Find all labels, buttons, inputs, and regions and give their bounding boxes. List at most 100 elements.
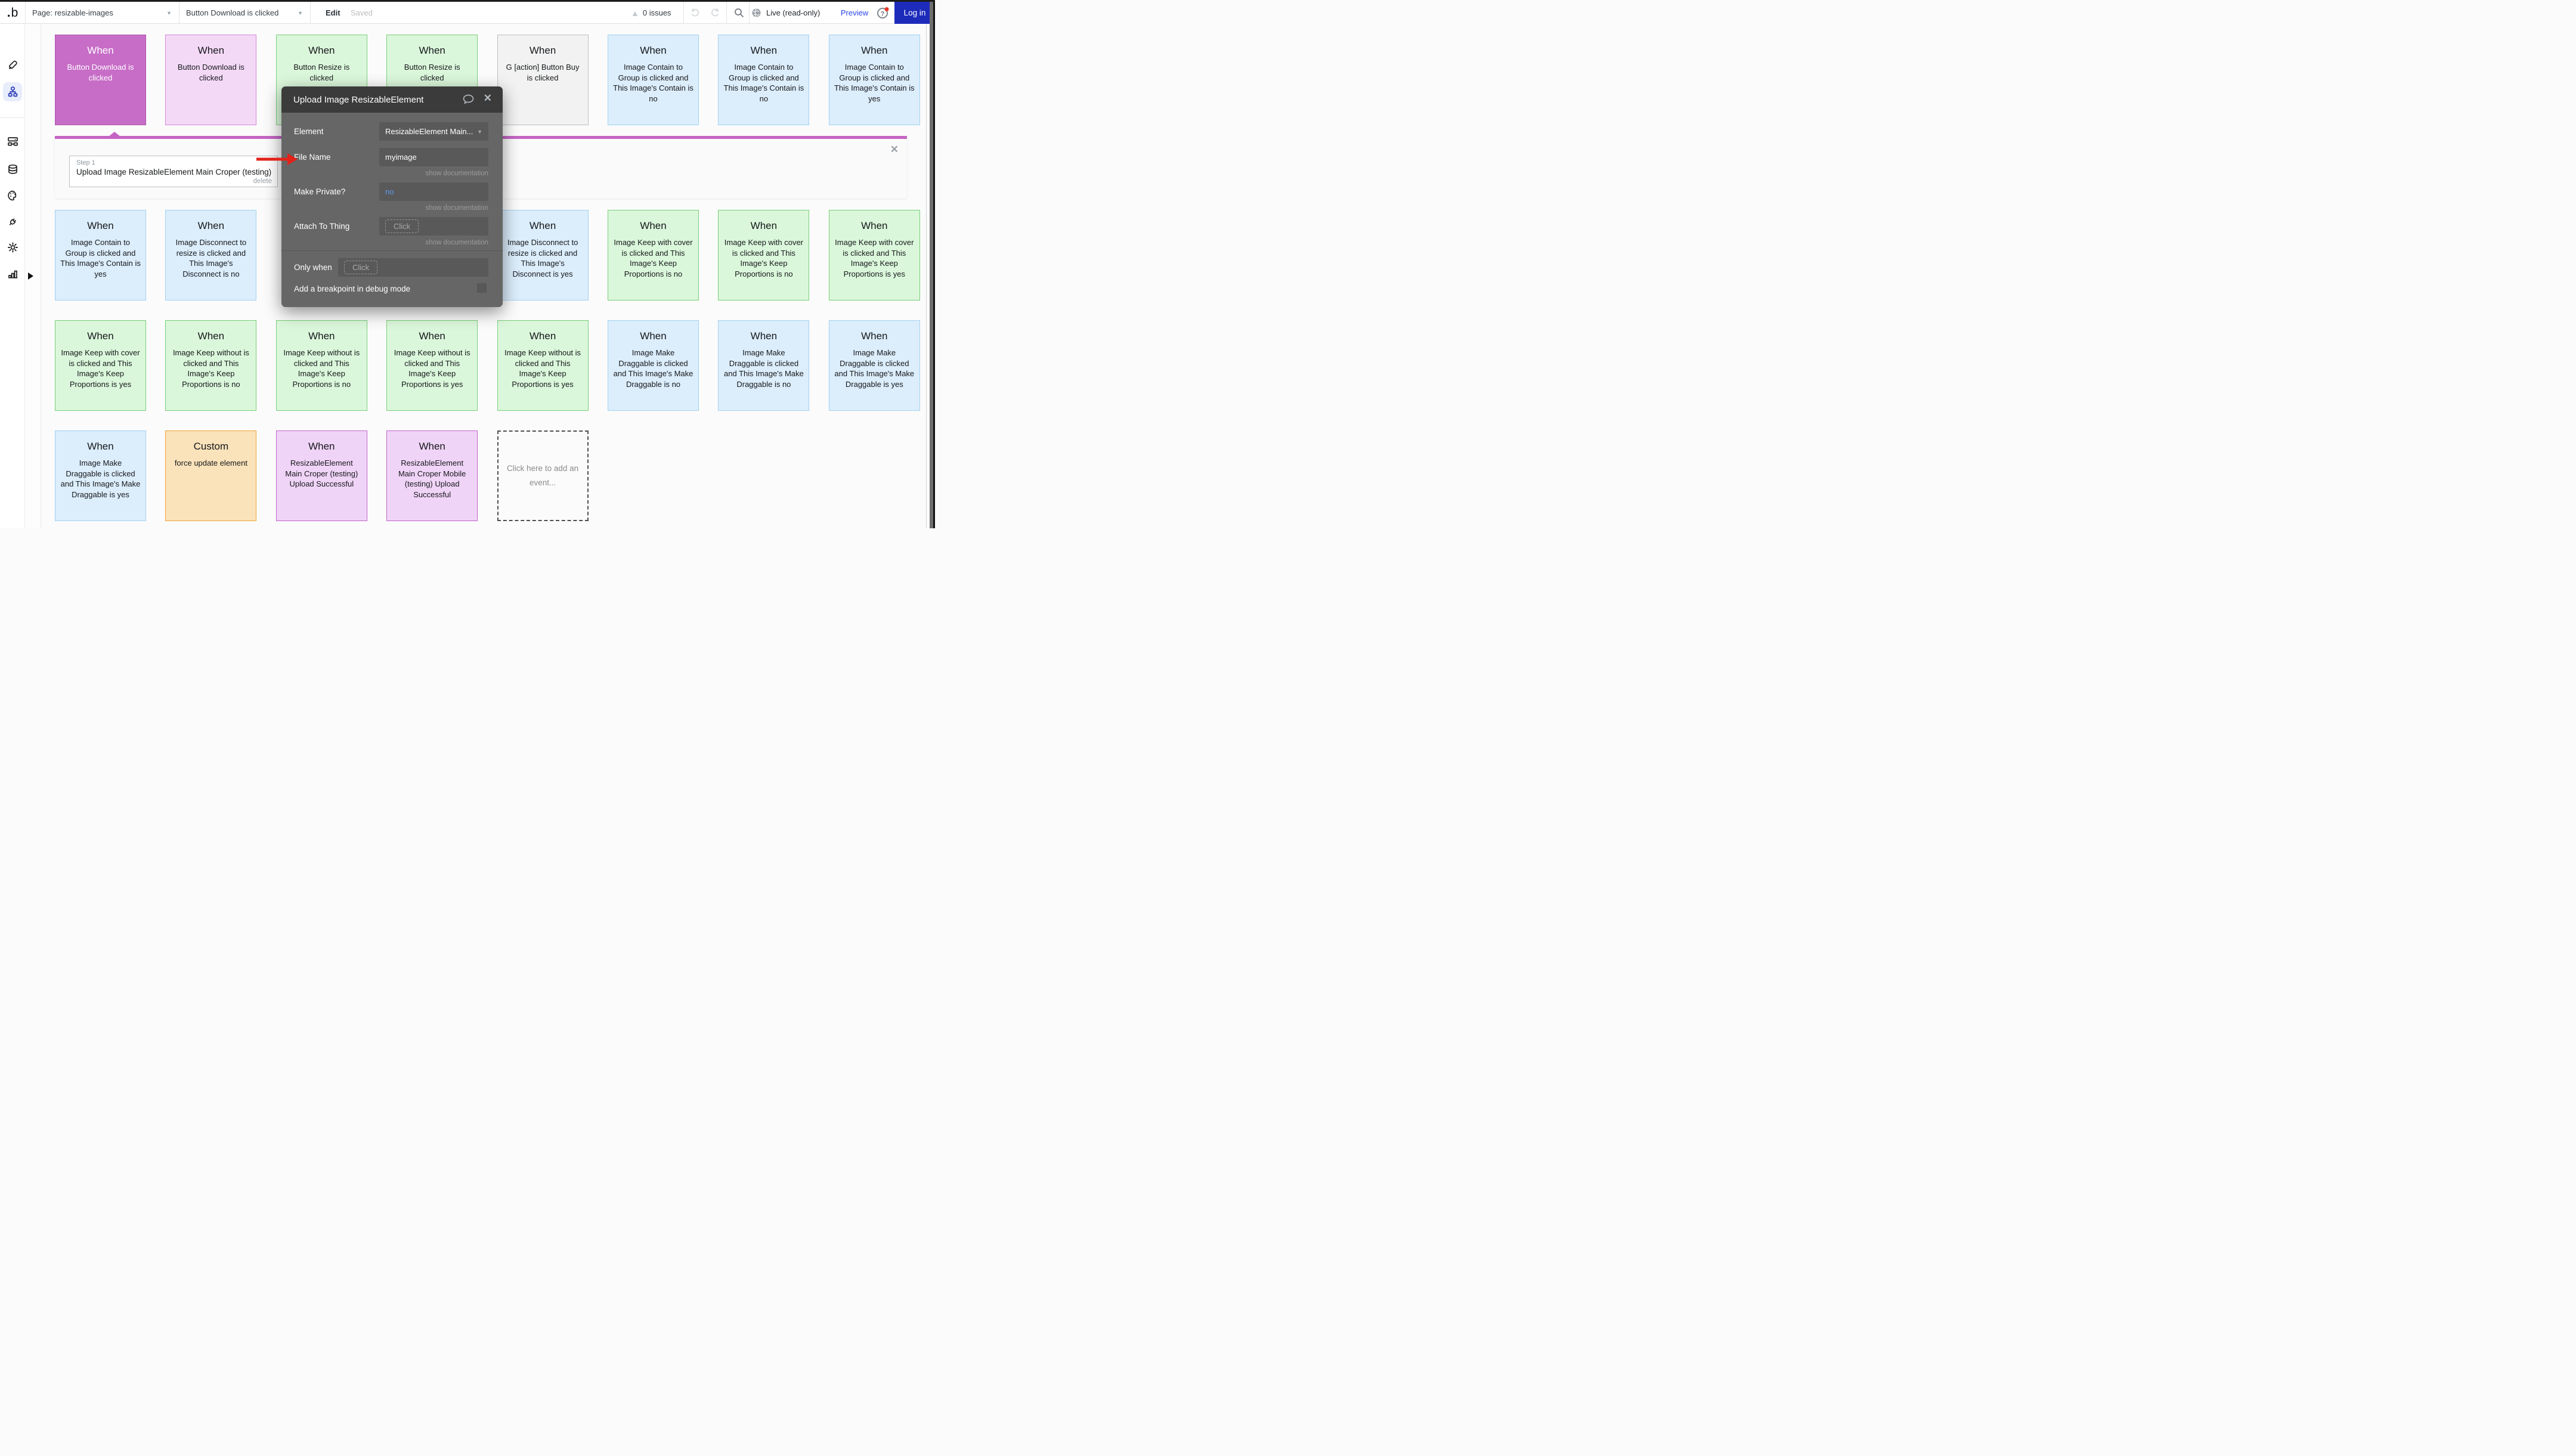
attach-to-thing-input[interactable]: Click [379, 217, 488, 236]
event-card-description: ResizableElement Main Croper Mobile (tes… [387, 458, 477, 500]
show-documentation-link[interactable]: show documentation [426, 239, 488, 246]
sidebar-item-settings[interactable] [3, 238, 22, 257]
event-card-type: When [277, 330, 367, 342]
search-icon[interactable] [729, 2, 749, 24]
sidebar-item-logs[interactable] [3, 264, 22, 283]
event-card-type: When [55, 441, 145, 453]
comment-icon[interactable] [463, 94, 474, 107]
logs-icon [7, 268, 19, 280]
add-event-card[interactable]: Click here to add an event... [497, 430, 589, 521]
logo-letter: b [11, 6, 18, 20]
bubble-logo[interactable]: .b [0, 2, 25, 24]
delete-step-link[interactable]: delete [253, 178, 272, 185]
event-card-description: Button Download is clicked [166, 62, 256, 83]
breakpoint-label: Add a breakpoint in debug mode [294, 284, 410, 293]
event-card-type: When [387, 45, 477, 57]
breakpoint-checkbox[interactable] [477, 283, 487, 293]
event-card[interactable]: WhenImage Contain to Group is clicked an… [55, 210, 146, 301]
expand-panel-arrow[interactable] [28, 272, 33, 280]
event-card[interactable]: WhenImage Contain to Group is clicked an… [718, 35, 809, 125]
design-icon [7, 60, 19, 72]
event-card-description: Image Contain to Group is clicked and Th… [55, 237, 145, 279]
show-documentation-link[interactable]: show documentation [426, 170, 488, 177]
page-selector-dropdown[interactable]: Page: resizable-images ▼ [25, 2, 179, 24]
redo-icon[interactable] [706, 2, 724, 24]
chevron-down-icon: ▼ [477, 129, 482, 135]
event-card[interactable]: WhenImage Keep without is clicked and Th… [276, 320, 367, 411]
event-card[interactable]: WhenImage Keep without is clicked and Th… [165, 320, 256, 411]
event-card-description: Image Contain to Group is clicked and Th… [719, 62, 809, 104]
event-selector-label: Button Download is clicked [186, 8, 278, 17]
sidebar-item-styles[interactable] [3, 186, 22, 205]
file-name-value: myimage [385, 153, 417, 162]
event-selector-dropdown[interactable]: Button Download is clicked ▼ [179, 2, 310, 24]
event-card[interactable]: WhenImage Keep without is clicked and Th… [386, 320, 478, 411]
chevron-down-icon: ▼ [298, 10, 303, 16]
close-icon[interactable]: ✕ [890, 144, 899, 156]
sidebar-divider [0, 117, 25, 118]
event-card[interactable]: WhenResizableElement Main Croper (testin… [276, 430, 367, 521]
event-card[interactable]: WhenImage Keep with cover is clicked and… [608, 210, 699, 301]
event-card-type: When [277, 45, 367, 57]
issues-indicator[interactable]: ▲ 0 issues [631, 2, 681, 24]
edit-menu[interactable]: Edit [322, 2, 344, 24]
event-card-type: When [166, 220, 256, 232]
svg-text:?: ? [881, 10, 885, 17]
step-card[interactable]: Step 1 Upload Image ResizableElement Mai… [69, 156, 278, 187]
event-card[interactable]: When Button Download is clicked [165, 35, 256, 125]
event-card[interactable]: WhenImage Keep with cover is clicked and… [55, 320, 146, 411]
event-card-description: Image Make Draggable is clicked and This… [829, 348, 919, 389]
help-icon[interactable]: ? [873, 2, 893, 24]
event-card[interactable]: WhenImage Disconnect to resize is clicke… [165, 210, 256, 301]
event-card-description: Image Keep without is clicked and This I… [498, 348, 588, 389]
only-when-click-button[interactable]: Click [344, 261, 377, 274]
attach-to-thing-field-label: Attach To Thing [294, 222, 349, 231]
login-button[interactable]: Log in [894, 2, 935, 24]
event-card[interactable]: WhenG [action] Button Buy is clicked [497, 35, 589, 125]
sidebar-item-data[interactable] [3, 160, 22, 179]
event-card[interactable]: WhenImage Make Draggable is clicked and … [829, 320, 920, 411]
show-documentation-link[interactable]: show documentation [426, 205, 488, 212]
window-right-edge [933, 0, 935, 528]
live-label: Live (read-only) [766, 8, 820, 17]
sidebar-item-plugins[interactable] [3, 212, 22, 231]
file-name-input[interactable]: myimage [379, 148, 488, 166]
event-card[interactable]: Customforce update element [165, 430, 256, 521]
make-private-input[interactable]: no [379, 182, 488, 201]
event-card-type: When [387, 330, 477, 342]
event-card[interactable]: WhenImage Disconnect to resize is clicke… [497, 210, 589, 301]
event-card[interactable]: WhenImage Keep with cover is clicked and… [718, 210, 809, 301]
event-card-type: When [166, 45, 256, 57]
event-card-type: When [55, 45, 145, 57]
left-icon-sidebar [0, 24, 25, 528]
event-card[interactable]: WhenImage Make Draggable is clicked and … [718, 320, 809, 411]
make-private-value: no [385, 187, 394, 196]
environment-selector[interactable]: Live (read-only) [751, 2, 836, 24]
close-icon[interactable]: ✕ [484, 92, 492, 104]
logo-dot: . [7, 6, 11, 20]
event-card[interactable]: WhenResizableElement Main Croper Mobile … [386, 430, 478, 521]
sidebar-item-design[interactable] [3, 56, 22, 75]
event-card[interactable]: WhenImage Keep with cover is clicked and… [829, 210, 920, 301]
modal-header[interactable]: Upload Image ResizableElement ✕ [281, 86, 503, 113]
sidebar-item-components[interactable] [3, 132, 22, 151]
attach-click-button[interactable]: Click [385, 219, 419, 233]
element-dropdown[interactable]: ResizableElement Main... ▼ [379, 122, 488, 141]
only-when-input[interactable]: Click [338, 258, 488, 277]
event-card-type: When [719, 220, 809, 232]
divider [926, 24, 927, 528]
event-card[interactable]: WhenImage Contain to Group is clicked an… [829, 35, 920, 125]
event-card[interactable]: WhenButton Download is clicked [55, 35, 146, 125]
event-card[interactable]: WhenImage Keep without is clicked and Th… [497, 320, 589, 411]
saved-status: Saved [347, 2, 376, 24]
sidebar-item-workflow[interactable] [3, 82, 22, 101]
event-card[interactable]: WhenImage Make Draggable is clicked and … [55, 430, 146, 521]
event-card[interactable]: WhenImage Contain to Group is clicked an… [608, 35, 699, 125]
plugins-icon [7, 216, 19, 228]
page-selector-label: Page: resizable-images [32, 8, 113, 17]
undo-icon[interactable] [686, 2, 704, 24]
event-card-type: When [608, 220, 698, 232]
preview-button[interactable]: Preview [837, 2, 872, 24]
event-card[interactable]: WhenImage Make Draggable is clicked and … [608, 320, 699, 411]
window-top-edge [0, 0, 935, 2]
